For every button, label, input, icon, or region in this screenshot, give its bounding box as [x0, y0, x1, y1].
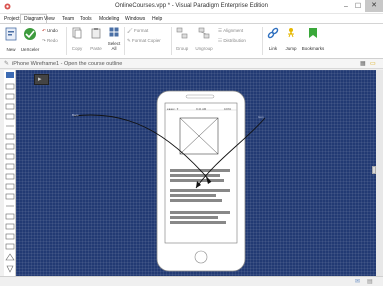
copy-button[interactable]: Copy [69, 27, 85, 51]
title-bar: OnlineCourses.vpp * - Visual Paradigm En… [0, 0, 383, 14]
jump-icon [288, 28, 294, 38]
diagram-tab-label[interactable]: iPhone Wireframe1 - Open the course outl… [12, 61, 122, 67]
distribution-label: Distribution [223, 38, 246, 43]
home-button [194, 250, 208, 264]
status-bar: ✉ ▤ [0, 276, 383, 286]
menu-team[interactable]: Team [62, 15, 74, 23]
format-label: Format [133, 28, 149, 33]
all-label: All [111, 46, 117, 51]
wireframe-overlay [73, 90, 266, 272]
uexceler-icon [24, 28, 36, 40]
ribbon-separator [124, 27, 125, 55]
select-all-icon [109, 27, 119, 37]
document-icon[interactable]: ▤ [367, 278, 373, 285]
new-label: New [6, 47, 16, 52]
link-button[interactable]: Link [265, 27, 281, 51]
status-battery: 100% [224, 107, 232, 111]
mail-icon[interactable]: ✉ [355, 278, 360, 285]
bookmarks-button[interactable]: Bookmarks [301, 27, 325, 51]
format-icon: 🖌 [127, 28, 133, 33]
undo-label: Undo [47, 28, 58, 33]
new-diagram-icon [5, 27, 17, 41]
pencil-icon: ✎ [4, 61, 10, 67]
ribbon-separator [66, 27, 67, 55]
redo-button[interactable]: ↷ Redo [42, 38, 64, 44]
jump-button[interactable]: Jump [283, 27, 299, 51]
format-button[interactable]: 🖌 Format [127, 28, 167, 34]
uexceler-label: UeXceler [20, 47, 40, 52]
status-time: 9:41 AM [196, 107, 207, 111]
menu-view[interactable]: View [44, 15, 55, 23]
diagram-tab-bar: ✎ iPhone Wireframe1 - Open the course ou… [0, 59, 383, 69]
select-all-button[interactable]: Select All [106, 27, 122, 51]
toolbox-icons [5, 72, 15, 273]
undo-button[interactable]: ↶ Undo [42, 28, 64, 34]
right-connector-label: Icon [258, 115, 264, 119]
diagram-toolbox [4, 70, 16, 276]
menu-help[interactable]: Help [152, 15, 162, 23]
ungroup-button[interactable]: Ungroup [193, 27, 215, 51]
ribbon-separator [171, 27, 172, 55]
format-copier-icon: ✎ [127, 38, 131, 43]
link-icon [267, 27, 279, 39]
minimize-button[interactable]: – [340, 2, 352, 12]
window-title: OnlineCourses.vpp * - Visual Paradigm En… [115, 3, 268, 9]
paste-label: Paste [90, 46, 102, 51]
undo-icon: ↶ [42, 28, 46, 33]
bookmark-icon [309, 28, 317, 38]
group-label: Group [175, 46, 189, 51]
ribbon-separator [262, 27, 263, 55]
alignment-label: Alignment [223, 28, 244, 33]
redo-label: Redo [47, 38, 58, 43]
bookmarks-label: Bookmarks [301, 46, 325, 51]
copy-label: Copy [71, 46, 83, 51]
folder-icon[interactable]: ▭ [370, 60, 376, 67]
alignment-button[interactable]: ☰ Alignment [218, 28, 254, 34]
menu-windows[interactable]: Windows [125, 15, 145, 23]
status-carrier: ●●●●○ ✦ [167, 107, 179, 111]
grid-view-icon[interactable]: ▦ [360, 60, 366, 67]
maximize-button[interactable]: ☐ [352, 2, 364, 12]
left-connector-label: Back [72, 113, 79, 117]
menu-diagram[interactable]: Diagram [20, 14, 47, 23]
panel-collapse-handle[interactable] [372, 166, 376, 174]
group-icon [176, 27, 188, 39]
format-copier-button[interactable]: ✎ Format Copier [127, 38, 167, 44]
ungroup-label: Ungroup [195, 46, 213, 51]
menu-modeling[interactable]: Modeling [99, 15, 119, 23]
paste-icon [91, 28, 101, 39]
menu-project[interactable]: Project [4, 15, 20, 23]
menu-tools[interactable]: Tools [80, 15, 92, 23]
redo-icon: ↷ [42, 38, 46, 43]
link-label: Link [268, 46, 278, 51]
close-button[interactable]: ✕ [365, 0, 383, 12]
format-copier-label: Format Copier [132, 38, 161, 43]
ribbon-toolbar: New UeXceler ↶ Undo ↷ Redo Copy Paste Se… [0, 23, 383, 59]
alignment-icon: ☰ [218, 28, 223, 33]
right-panel-edge [376, 70, 383, 276]
menu-bar: Project Diagram View Team Tools Modeling… [0, 14, 383, 23]
ungroup-icon [198, 27, 210, 39]
group-button[interactable]: Group [174, 27, 190, 51]
paste-button[interactable]: Paste [88, 27, 104, 51]
copy-icon [72, 27, 82, 39]
jump-label: Jump [285, 46, 297, 51]
uexceler-button[interactable]: UeXceler [20, 27, 40, 52]
new-button[interactable]: New [3, 27, 19, 52]
distribution-icon: ☷ [218, 38, 223, 43]
distribution-button[interactable]: ☷ Distribution [218, 38, 254, 44]
